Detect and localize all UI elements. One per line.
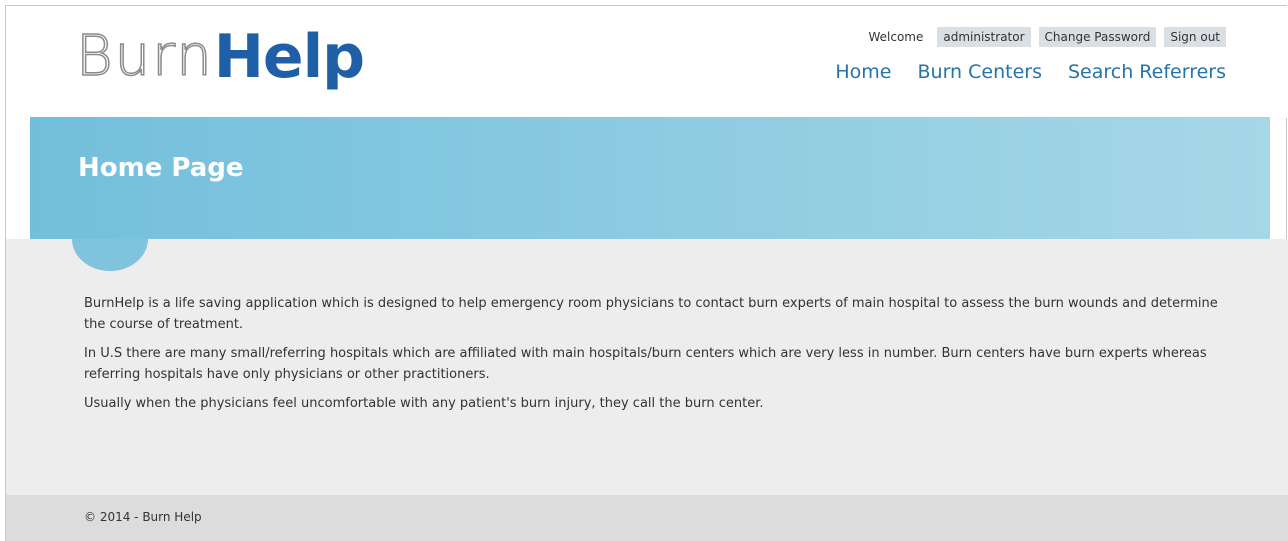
login-panel: Welcome administrator Change Password Si… (862, 27, 1226, 47)
change-password-link[interactable]: Change Password (1038, 27, 1157, 47)
burnhelp-logo[interactable]: Burn Help (75, 22, 365, 114)
page-title: Home Page (78, 153, 244, 183)
main-content: BurnHelp is a life saving application wh… (6, 239, 1288, 495)
page-banner: Home Page (30, 117, 1270, 239)
site-header: Burn Help Welcome administrator Change P… (6, 6, 1288, 118)
intro-paragraph-3: Usually when the physicians feel uncomfo… (84, 396, 764, 411)
logo-burn-text: Burn (75, 23, 214, 90)
page-frame: Burn Help Welcome administrator Change P… (5, 5, 1288, 541)
nav-search-referrers[interactable]: Search Referrers (1068, 61, 1226, 83)
copyright-text: © 2014 - Burn Help (84, 510, 202, 524)
site-footer: © 2014 - Burn Help (6, 495, 1288, 541)
welcome-text: Welcome (868, 30, 924, 44)
logo-help-text: Help (213, 22, 365, 92)
intro-paragraph-1: BurnHelp is a life saving application wh… (84, 296, 1218, 332)
sign-out-link[interactable]: Sign out (1164, 27, 1226, 47)
nav-burn-centers[interactable]: Burn Centers (918, 61, 1042, 83)
username-link[interactable]: administrator (937, 27, 1031, 47)
main-nav: Home Burn Centers Search Referrers (835, 61, 1226, 83)
intro-text: BurnHelp is a life saving application wh… (84, 293, 1224, 422)
nav-home[interactable]: Home (835, 61, 891, 83)
intro-paragraph-2: In U.S there are many small/referring ho… (84, 346, 1207, 382)
